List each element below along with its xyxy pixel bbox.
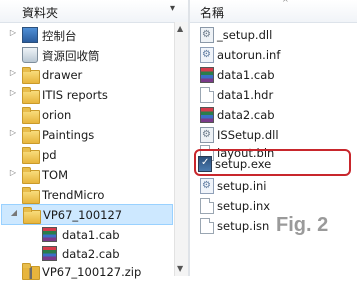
file-item-label: ISSetup.dll: [217, 128, 279, 142]
tree-item-label: ITIS reports: [42, 88, 108, 102]
file-item-label: data2.cab: [217, 108, 275, 122]
scroll-down-arrow-icon[interactable]: ▼: [177, 264, 183, 273]
expand-arrow-icon[interactable]: ▷: [8, 68, 18, 77]
tree-item-label: Paintings: [42, 128, 95, 142]
folder-icon: [22, 187, 40, 204]
tree-item-label: data1.cab: [62, 228, 120, 242]
file-item-label: setup.isn: [217, 219, 270, 233]
tree-item-data2-cab[interactable]: data2.cab: [0, 244, 174, 264]
file-item-setup-dll[interactable]: _setup.dll: [190, 25, 357, 45]
expand-arrow-icon[interactable]: ▷: [8, 88, 18, 97]
setup-exe-highlight-box: [194, 149, 351, 176]
tree-item-control-panel[interactable]: ▷ 控制台: [0, 25, 174, 45]
ini-icon: [200, 178, 214, 194]
control-panel-icon: [22, 27, 38, 43]
tree-item-drawer[interactable]: ▷ drawer: [0, 65, 174, 85]
tree-item-label: drawer: [42, 68, 83, 82]
tree-item-label: data2.cab: [62, 247, 120, 261]
folder-icon: [22, 67, 40, 84]
file-item-setup-ini[interactable]: setup.ini: [190, 176, 357, 196]
file-item-data1-cab[interactable]: data1.cab: [190, 65, 357, 85]
chevron-down-icon[interactable]: ▾: [170, 3, 175, 14]
cab-icon: [200, 67, 214, 83]
tree-item-pd[interactable]: pd: [0, 145, 174, 165]
tree-item-recycle-bin[interactable]: 資源回收筒: [0, 45, 174, 65]
expand-arrow-icon[interactable]: ▷: [8, 168, 18, 177]
folder-tree-title: 資料夾: [22, 6, 59, 20]
file-item-issetup-dll[interactable]: ISSetup.dll: [190, 125, 357, 145]
sort-ascending-icon: ^: [282, 0, 289, 7]
file-list-pane: ^ 名稱 _setup.dll autorun.inf data1.cab da…: [190, 0, 357, 276]
doc-icon: [200, 198, 214, 214]
folder-tree-pane: 資料夾 ▾ ▷ 控制台 資源回收筒 ▷ drawer ▷ ITIS report…: [0, 0, 189, 280]
figure-label: Fig. 2: [276, 214, 329, 236]
dll-icon: [200, 27, 214, 43]
tree-item-label: VP67_100127.zip: [42, 265, 142, 279]
expand-arrow-icon[interactable]: ▷: [8, 128, 18, 137]
tree-item-label: pd: [42, 148, 57, 162]
tree-item-label: TrendMicro: [42, 188, 105, 202]
file-item-data1-hdr[interactable]: data1.hdr: [190, 85, 357, 105]
name-column-header[interactable]: ^ 名稱: [190, 0, 357, 23]
tree-item-label: 控制台: [42, 29, 77, 43]
cab-icon: [42, 227, 57, 242]
folder-tree-header[interactable]: 資料夾 ▾: [0, 0, 188, 23]
folder-icon: [22, 147, 40, 164]
doc-icon: [200, 87, 214, 103]
cab-icon: [42, 246, 57, 261]
tree-item-label: VP67_100127: [43, 208, 123, 222]
tree-item-vp67-100127[interactable]: ◢ VP67_100127: [1, 204, 173, 225]
tree-item-label: orion: [42, 108, 72, 122]
recycle-bin-icon: [22, 47, 38, 63]
file-item-label: setup.inx: [217, 199, 271, 213]
folder-tree-scrollbar[interactable]: ▲ ▼: [174, 22, 189, 276]
doc-icon: [200, 218, 214, 234]
file-item-data2-cab[interactable]: data2.cab: [190, 105, 357, 125]
file-item-autorun-inf[interactable]: autorun.inf: [190, 45, 357, 65]
file-item-label: setup.ini: [217, 179, 267, 193]
tree-item-vp67-zip[interactable]: VP67_100127.zip: [0, 262, 174, 282]
file-item-label: data1.hdr: [217, 88, 274, 102]
file-item-label: data1.cab: [217, 68, 275, 82]
folder-icon: [22, 87, 40, 104]
folder-icon: [22, 127, 40, 144]
file-item-setup-isn[interactable]: setup.isn: [190, 216, 357, 236]
scroll-up-arrow-icon[interactable]: ▲: [177, 24, 183, 33]
cab-icon: [200, 107, 214, 123]
tree-item-paintings[interactable]: ▷ Paintings: [0, 125, 174, 145]
file-item-label: autorun.inf: [217, 48, 281, 62]
name-column-title: 名稱: [200, 6, 225, 20]
tree-item-tom[interactable]: ▷ TOM: [0, 165, 174, 185]
ini-icon: [200, 47, 214, 63]
dll-icon: [200, 127, 214, 143]
tree-item-data1-cab[interactable]: data1.cab: [0, 225, 174, 245]
folder-icon: [22, 167, 40, 184]
zip-folder-icon: [22, 263, 40, 280]
tree-item-label: 資源回收筒: [42, 49, 100, 63]
collapse-arrow-icon[interactable]: ◢: [9, 208, 19, 217]
tree-item-itis-reports[interactable]: ▷ ITIS reports: [0, 85, 174, 105]
folder-icon: [23, 207, 41, 224]
folder-icon: [22, 107, 40, 124]
expand-arrow-icon[interactable]: ▷: [8, 28, 18, 37]
tree-item-orion[interactable]: orion: [0, 105, 174, 125]
tree-item-label: TOM: [42, 168, 68, 182]
file-item-label: _setup.dll: [217, 28, 273, 42]
tree-item-trendmicro[interactable]: TrendMicro: [0, 185, 174, 205]
file-item-setup-inx[interactable]: setup.inx: [190, 196, 357, 216]
